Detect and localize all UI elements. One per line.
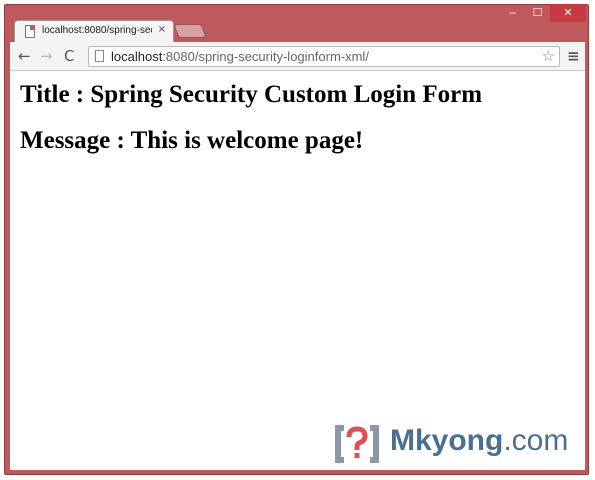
page-message-heading: Message : This is welcome page! bbox=[20, 127, 364, 154]
watermark-suffix: .com bbox=[503, 424, 569, 457]
bookmark-star-icon[interactable]: ☆ bbox=[542, 47, 555, 66]
maximize-button[interactable]: ☐ bbox=[525, 4, 550, 22]
question-bubble-icon bbox=[335, 425, 379, 463]
close-window-button[interactable]: ✕ bbox=[550, 4, 586, 22]
url-path: :8080/spring-security-loginform-xml/ bbox=[162, 49, 369, 64]
browser-tab[interactable]: localhost:8080/spring-security-loginform… bbox=[14, 20, 174, 42]
toolbar: ← → C localhost:8080/spring-security-log… bbox=[10, 42, 585, 71]
address-bar[interactable]: localhost:8080/spring-security-loginform… bbox=[88, 46, 560, 67]
watermark-logo: Mkyong.com bbox=[332, 422, 592, 468]
url-text[interactable]: localhost:8080/spring-security-loginform… bbox=[111, 49, 369, 65]
page-icon bbox=[25, 25, 35, 38]
menu-icon[interactable]: ≡ bbox=[567, 47, 580, 65]
tab-title: localhost:8080/spring-security-loginform… bbox=[42, 25, 152, 36]
close-tab-icon[interactable]: × bbox=[158, 24, 166, 35]
page-content: Title : Spring Security Custom Login For… bbox=[10, 71, 585, 470]
watermark-text: Mkyong.com bbox=[390, 424, 568, 458]
minimize-button[interactable]: ‒ bbox=[500, 4, 525, 22]
reload-button[interactable]: C bbox=[64, 47, 74, 65]
page-title-heading: Title : Spring Security Custom Login For… bbox=[20, 81, 483, 108]
watermark-name: Mkyong bbox=[390, 424, 504, 457]
page-icon bbox=[95, 50, 104, 62]
url-host: localhost bbox=[111, 49, 163, 64]
back-button[interactable]: ← bbox=[18, 47, 31, 65]
new-tab-button[interactable] bbox=[173, 24, 207, 38]
forward-button[interactable]: → bbox=[40, 47, 53, 65]
